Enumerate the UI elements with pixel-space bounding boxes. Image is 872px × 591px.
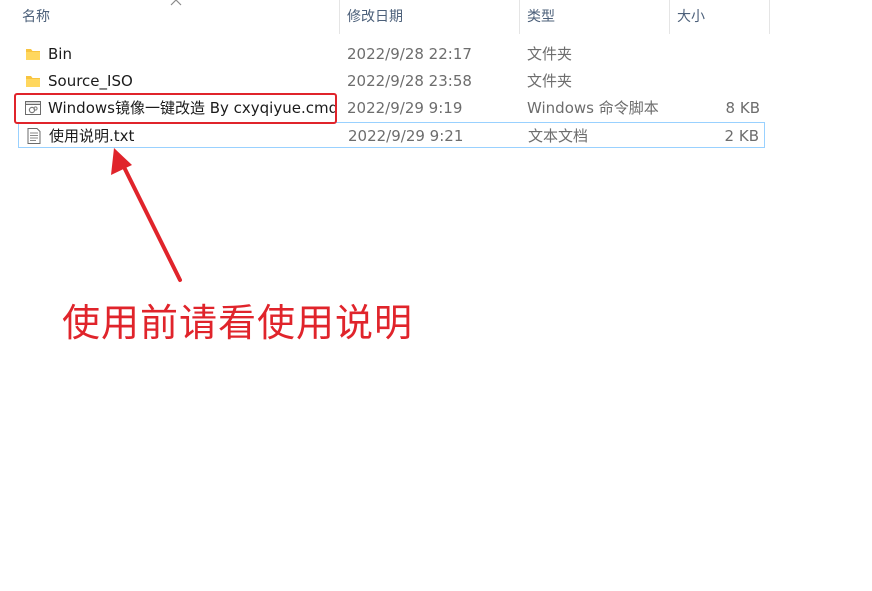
- file-explorer-view: 名称 修改日期 类型 大小 Bin 2022/9/28 22:17 文件夹 So…: [0, 0, 872, 591]
- annotation-text: 使用前请看使用说明: [62, 301, 414, 345]
